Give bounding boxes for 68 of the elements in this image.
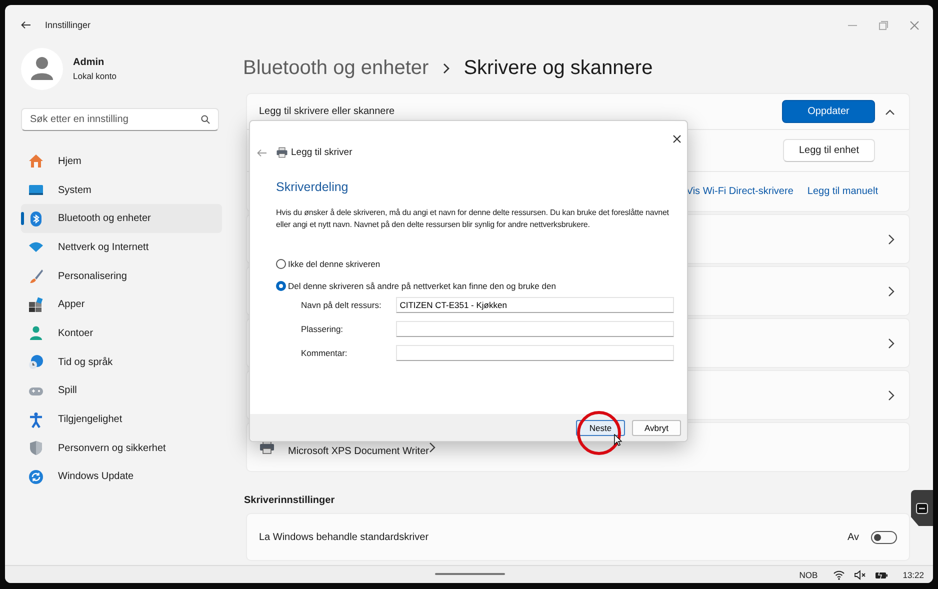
search-icon bbox=[201, 115, 210, 124]
nav-item[interactable]: Kontoer bbox=[21, 319, 222, 348]
chevron-right-icon bbox=[888, 286, 895, 296]
nav-item[interactable]: Tid og språk bbox=[21, 348, 222, 376]
input-field[interactable] bbox=[396, 345, 674, 361]
nav-item[interactable]: Personvern og sikkerhet bbox=[21, 434, 222, 463]
account-name: Admin bbox=[73, 57, 106, 68]
dialog-button[interactable]: Avbryt bbox=[632, 420, 681, 436]
nav-item[interactable]: Windows Update bbox=[21, 462, 222, 492]
chevron-right-icon bbox=[888, 390, 895, 400]
link[interactable]: Legg til manuelt bbox=[807, 186, 878, 197]
add-device-button[interactable]: Legg til enhet bbox=[783, 139, 875, 162]
dialog-title: Skriverdeling bbox=[276, 180, 350, 194]
bluetooth-icon bbox=[28, 210, 44, 227]
avatar bbox=[21, 48, 63, 90]
sync-icon bbox=[28, 468, 44, 485]
back-arrow-icon[interactable] bbox=[21, 21, 31, 29]
field-label: Plassering: bbox=[301, 324, 344, 334]
clock-time[interactable]: 13:22 bbox=[902, 570, 924, 580]
section-label: Legg til skrivere eller skannere bbox=[259, 106, 395, 117]
wifi-icon[interactable] bbox=[832, 570, 845, 580]
side-panel-tab[interactable] bbox=[911, 490, 933, 526]
nav-item[interactable]: Spill bbox=[21, 376, 222, 406]
minus-square-icon bbox=[916, 502, 928, 514]
radio-option[interactable]: Del denne skriveren så andre på nettverket kan finne den og bruke den bbox=[276, 281, 674, 291]
nav-item[interactable]: Bluetooth og enheter bbox=[21, 204, 222, 234]
refresh-button[interactable]: Oppdater bbox=[782, 100, 875, 123]
globe-clock-icon bbox=[28, 354, 44, 370]
apps-icon bbox=[28, 296, 44, 313]
accessibility-icon bbox=[28, 412, 44, 428]
drag-handle[interactable] bbox=[435, 573, 505, 575]
brush-icon bbox=[28, 268, 44, 284]
page-title: Skrivere og skannere bbox=[464, 56, 653, 80]
nav-item[interactable]: Tilgjengelighet bbox=[21, 405, 222, 434]
input-field[interactable]: CITIZEN CT-E351 - Kjøkken bbox=[396, 297, 674, 313]
toggle-state: Av bbox=[848, 532, 859, 542]
radio-option[interactable]: Ikke del denne skriveren bbox=[276, 259, 674, 269]
setting-label: La Windows behandle standardskriver bbox=[259, 532, 429, 542]
nav-item[interactable]: System bbox=[21, 176, 222, 204]
chevron-right-icon bbox=[428, 442, 436, 452]
chevron-right-icon bbox=[888, 234, 895, 244]
input-field[interactable] bbox=[396, 321, 674, 337]
toggle-switch[interactable] bbox=[871, 530, 897, 544]
breadcrumb-parent[interactable]: Bluetooth og enheter bbox=[243, 56, 429, 80]
speaker-muted-icon[interactable] bbox=[854, 570, 866, 580]
battery-icon[interactable] bbox=[874, 570, 888, 580]
printer-name: Microsoft XPS Document Writer bbox=[288, 446, 429, 456]
shield-icon bbox=[28, 440, 44, 456]
close-icon[interactable] bbox=[673, 135, 681, 143]
field-label: Navn på delt ressurs: bbox=[301, 300, 382, 310]
nav-item[interactable]: Personalisering bbox=[21, 262, 222, 290]
account-type: Lokal konto bbox=[73, 71, 116, 81]
chevron-up-icon[interactable] bbox=[885, 108, 895, 114]
nav-item[interactable]: Nettverk og Internett bbox=[21, 233, 222, 262]
language-indicator[interactable]: NOB bbox=[799, 570, 818, 580]
field-label: Kommentar: bbox=[301, 348, 348, 358]
nav-item[interactable]: Apper bbox=[21, 290, 222, 320]
description-text: Hvis du ønsker å dele skriveren, må du angi et navn for denne delte ressursen. Du kan bruke det foreslåtte navnet eller angi et nytt navn. Navnet på den delte ressursen blir synlig for andre nettverksbrukere. bbox=[276, 207, 670, 231]
dialog-heading: Legg til skriver bbox=[291, 147, 352, 158]
window-title: Innstillinger bbox=[45, 20, 91, 30]
chevron-right-icon bbox=[888, 338, 895, 348]
chevron-right-icon bbox=[442, 62, 450, 74]
house-icon bbox=[28, 153, 44, 170]
person-icon bbox=[28, 325, 44, 342]
printer-icon bbox=[276, 147, 288, 158]
nav-item[interactable]: Hjem bbox=[21, 147, 222, 176]
search-field[interactable]: Søk etter en innstilling bbox=[21, 108, 219, 131]
section-heading: Skriverinnstillinger bbox=[244, 495, 336, 506]
